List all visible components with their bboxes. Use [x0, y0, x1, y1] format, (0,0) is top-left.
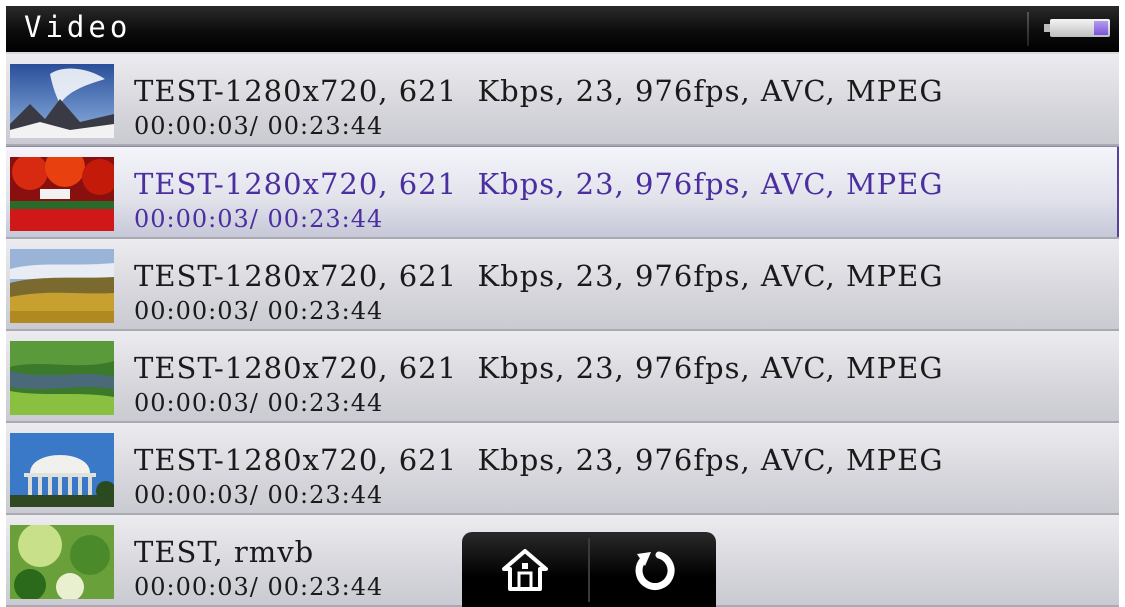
video-item[interactable]: TEST-1280x720, 621 Kbps, 23, 976fps, AVC…: [6, 239, 1119, 331]
video-screen: Video TEST-1280x720, 621 Kbps, 23, 976fp…: [6, 6, 1119, 607]
home-icon: [500, 547, 550, 593]
battery-icon: [1044, 19, 1110, 37]
video-item-selected[interactable]: TEST-1280x720, 621 Kbps, 23, 976fps, AVC…: [6, 146, 1119, 239]
video-title: TEST-1280x720, 621 Kbps, 23, 976fps, AVC…: [134, 351, 944, 385]
video-time: 00:00:03/ 00:23:44: [134, 389, 384, 417]
video-title: TEST-1280x720, 621 Kbps, 23, 976fps, AVC…: [134, 167, 944, 201]
video-item[interactable]: TEST-1280x720, 621 Kbps, 23, 976fps, AVC…: [6, 54, 1119, 146]
back-button[interactable]: [590, 532, 716, 607]
video-time: 00:00:03/ 00:23:44: [134, 112, 384, 140]
video-item[interactable]: TEST-1280x720, 621 Kbps, 23, 976fps, AVC…: [6, 423, 1119, 515]
video-item[interactable]: TEST-1280x720, 621 Kbps, 23, 976fps, AVC…: [6, 331, 1119, 423]
title-bar: Video: [6, 6, 1119, 52]
bottom-nav: [462, 532, 716, 607]
video-list: TEST-1280x720, 621 Kbps, 23, 976fps, AVC…: [6, 54, 1119, 607]
video-title: TEST-1280x720, 621 Kbps, 23, 976fps, AVC…: [134, 74, 944, 108]
golden-hills-thumbnail: [10, 249, 114, 323]
memorial-dome-thumbnail: [10, 433, 114, 507]
mountain-clouds-thumbnail: [10, 64, 114, 138]
video-time: 00:00:03/ 00:23:44: [134, 481, 384, 509]
green-valley-thumbnail: [10, 341, 114, 415]
video-time: 00:00:03/ 00:23:44: [134, 573, 384, 601]
home-button[interactable]: [462, 532, 588, 607]
green-plants-thumbnail: [10, 525, 114, 599]
video-title: TEST-1280x720, 621 Kbps, 23, 976fps, AVC…: [134, 259, 944, 293]
page-title: Video: [24, 10, 132, 44]
video-time: 00:00:03/ 00:23:44: [134, 297, 384, 325]
back-icon: [629, 546, 677, 594]
video-time: 00:00:03/ 00:23:44: [134, 205, 384, 233]
header-divider: [1027, 12, 1029, 46]
video-title: TEST, rmvb: [134, 535, 315, 569]
video-title: TEST-1280x720, 621 Kbps, 23, 976fps, AVC…: [134, 443, 944, 477]
red-autumn-trees-thumbnail: [10, 157, 114, 231]
battery-level: [1094, 21, 1108, 35]
